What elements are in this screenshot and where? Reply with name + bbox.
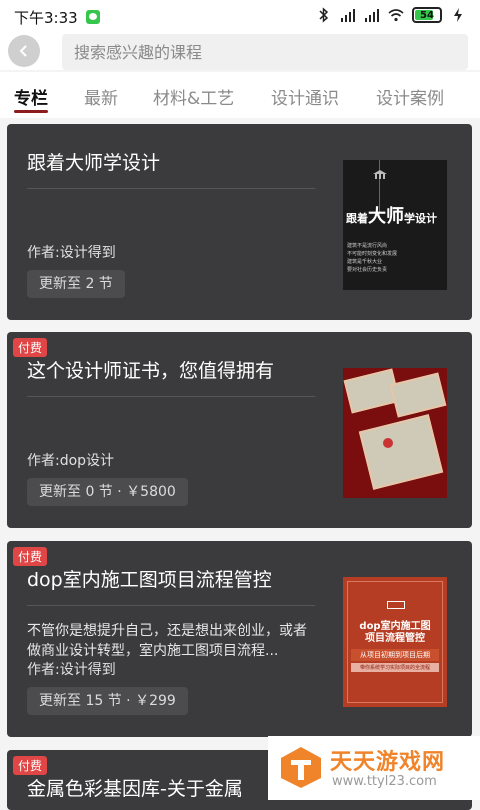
course-title: 跟着大师学设计 <box>27 152 161 174</box>
site-watermark: 天天游戏网 www.ttyl23.com <box>268 736 480 800</box>
search-bar <box>0 34 480 70</box>
tab-latest[interactable]: 最新 <box>84 84 118 109</box>
course-card[interactable]: 付费 dop室内施工图项目流程管控 不管你是想提升自己，还是想出来创业，或者做商… <box>7 541 472 737</box>
bluetooth-icon <box>319 7 329 23</box>
tab-column[interactable]: 专栏 <box>14 84 48 109</box>
category-tabs: 专栏 最新 材料&工艺 设计通识 设计案例 <box>0 72 480 118</box>
cover-tagline: 带你系统学习实际项目的全流程 <box>351 663 439 672</box>
watermark-logo-icon <box>281 747 321 788</box>
signal-icon <box>341 9 355 22</box>
building-icon <box>373 170 387 179</box>
paid-badge: 付费 <box>13 756 48 775</box>
charging-icon <box>454 8 462 22</box>
certificate-shape <box>389 372 447 418</box>
battery-icon: 54 <box>412 7 442 23</box>
course-card[interactable]: 付费 这个设计师证书，您值得拥有 作者:dop设计 更新至 0 节 · ￥580… <box>7 332 472 528</box>
paid-badge: 付费 <box>13 338 48 357</box>
update-status: 更新至 15 节 · ￥299 <box>27 687 188 715</box>
course-card[interactable]: 跟着大师学设计 作者:设计得到 更新至 2 节 跟着大师学设计 建筑不是流行风尚… <box>7 124 472 320</box>
certificate-shape <box>358 414 444 490</box>
battery-level: 54 <box>420 9 434 21</box>
cover-text-line: 建筑不是流行风尚 <box>347 243 388 249</box>
chevron-left-icon <box>19 45 27 57</box>
cover-subtitle: 从项目初期到项目后期 <box>351 649 439 661</box>
status-time: 下午3:33 <box>14 9 78 27</box>
divider <box>27 605 315 606</box>
course-description: 不管你是想提升自己，还是想出来创业，或者做商业设计转型，室内施工图项目流程... <box>27 623 307 659</box>
wechat-notification-icon <box>86 10 100 24</box>
course-author: 作者:dop设计 <box>27 453 115 469</box>
seal-mark <box>383 438 393 448</box>
dop-logo-icon <box>387 601 405 609</box>
course-cover-image: 跟着大师学设计 建筑不是流行风尚 不可能时刻变化和发展 建筑是千秋大业 要对社会… <box>343 160 447 290</box>
cover-text-line: 要对社会历史负责 <box>347 267 388 273</box>
paid-badge: 付费 <box>13 547 48 566</box>
course-title: dop室内施工图项目流程管控 <box>27 569 272 591</box>
back-button[interactable] <box>8 35 40 67</box>
signal-icon-2 <box>365 9 379 22</box>
cover-title: dop室内施工图 项目流程管控 <box>359 621 431 644</box>
course-title: 金属色彩基因库-关于金属 <box>27 778 243 800</box>
update-status: 更新至 2 节 <box>27 270 125 298</box>
cover-title: 跟着大师学设计 <box>346 206 437 227</box>
course-author: 作者:设计得到 <box>27 662 116 678</box>
active-tab-indicator <box>14 110 48 113</box>
divider <box>27 188 315 189</box>
divider <box>27 396 315 397</box>
wifi-icon <box>388 9 404 22</box>
status-icons: 54 <box>316 7 466 23</box>
status-bar: 下午3:33 54 <box>0 0 480 34</box>
course-author: 作者:设计得到 <box>27 245 116 261</box>
tab-materials[interactable]: 材料&工艺 <box>153 84 234 109</box>
update-status: 更新至 0 节 · ￥5800 <box>27 478 188 506</box>
search-input[interactable] <box>62 34 468 70</box>
cover-text-line: 不可能时刻变化和发展 <box>347 251 398 257</box>
cover-text-line: 建筑是千秋大业 <box>347 259 383 265</box>
tab-design-cases[interactable]: 设计案例 <box>376 84 444 109</box>
course-title: 这个设计师证书，您值得拥有 <box>27 360 275 382</box>
course-cover-image <box>343 368 447 498</box>
watermark-name: 天天游戏网 <box>330 750 446 775</box>
tab-design-basics[interactable]: 设计通识 <box>271 84 339 109</box>
course-cover-image: dop室内施工图 项目流程管控 从项目初期到项目后期 带你系统学习实际项目的全流程 <box>343 577 447 707</box>
watermark-url: www.ttyl23.com <box>332 774 437 789</box>
